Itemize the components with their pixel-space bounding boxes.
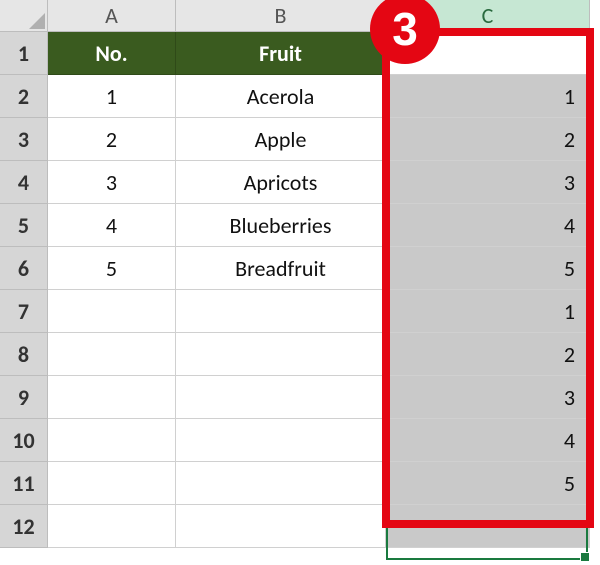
- cell-a12[interactable]: [48, 505, 176, 548]
- cell-c11[interactable]: 5: [386, 462, 590, 505]
- cell-a9[interactable]: [48, 376, 176, 419]
- cell-a5[interactable]: 4: [48, 204, 176, 247]
- cell-c3[interactable]: 2: [386, 118, 590, 161]
- cell-b6[interactable]: Breadfruit: [176, 247, 386, 290]
- cell-c4[interactable]: 3: [386, 161, 590, 204]
- cell-a4[interactable]: 3: [48, 161, 176, 204]
- cell-a8[interactable]: [48, 333, 176, 376]
- cell-b3[interactable]: Apple: [176, 118, 386, 161]
- cell-b9[interactable]: [176, 376, 386, 419]
- col-header-b[interactable]: B: [176, 0, 386, 32]
- cell-a7[interactable]: [48, 290, 176, 333]
- table-header-no[interactable]: No.: [48, 32, 176, 75]
- cell-c6[interactable]: 5: [386, 247, 590, 290]
- cell-b10[interactable]: [176, 419, 386, 462]
- row-header-11[interactable]: 11: [0, 462, 48, 505]
- table-header-fruit[interactable]: Fruit: [176, 32, 386, 75]
- cell-a10[interactable]: [48, 419, 176, 462]
- col-header-a[interactable]: A: [48, 0, 176, 32]
- row-header-8[interactable]: 8: [0, 333, 48, 376]
- cell-b12[interactable]: [176, 505, 386, 548]
- cell-b5[interactable]: Blueberries: [176, 204, 386, 247]
- row-header-2[interactable]: 2: [0, 75, 48, 118]
- cell-b4[interactable]: Apricots: [176, 161, 386, 204]
- cell-a6[interactable]: 5: [48, 247, 176, 290]
- cell-b8[interactable]: [176, 333, 386, 376]
- cell-c2[interactable]: 1: [386, 75, 590, 118]
- row-header-12[interactable]: 12: [0, 505, 48, 548]
- cell-a2[interactable]: 1: [48, 75, 176, 118]
- spreadsheet-grid[interactable]: A B C 1 No. Fruit 2 1 Acerola 1 3 2 Appl…: [0, 0, 600, 548]
- cell-c12[interactable]: [386, 505, 590, 548]
- cell-c9[interactable]: 3: [386, 376, 590, 419]
- select-all-corner[interactable]: [0, 0, 48, 32]
- row-header-7[interactable]: 7: [0, 290, 48, 333]
- row-header-1[interactable]: 1: [0, 32, 48, 75]
- cell-b11[interactable]: [176, 462, 386, 505]
- cell-c5[interactable]: 4: [386, 204, 590, 247]
- cell-b7[interactable]: [176, 290, 386, 333]
- cell-a3[interactable]: 2: [48, 118, 176, 161]
- cell-a11[interactable]: [48, 462, 176, 505]
- cell-b2[interactable]: Acerola: [176, 75, 386, 118]
- row-header-6[interactable]: 6: [0, 247, 48, 290]
- cell-c8[interactable]: 2: [386, 333, 590, 376]
- row-header-5[interactable]: 5: [0, 204, 48, 247]
- row-header-3[interactable]: 3: [0, 118, 48, 161]
- cell-c7[interactable]: 1: [386, 290, 590, 333]
- row-header-10[interactable]: 10: [0, 419, 48, 462]
- row-header-4[interactable]: 4: [0, 161, 48, 204]
- cell-c10[interactable]: 4: [386, 419, 590, 462]
- row-header-9[interactable]: 9: [0, 376, 48, 419]
